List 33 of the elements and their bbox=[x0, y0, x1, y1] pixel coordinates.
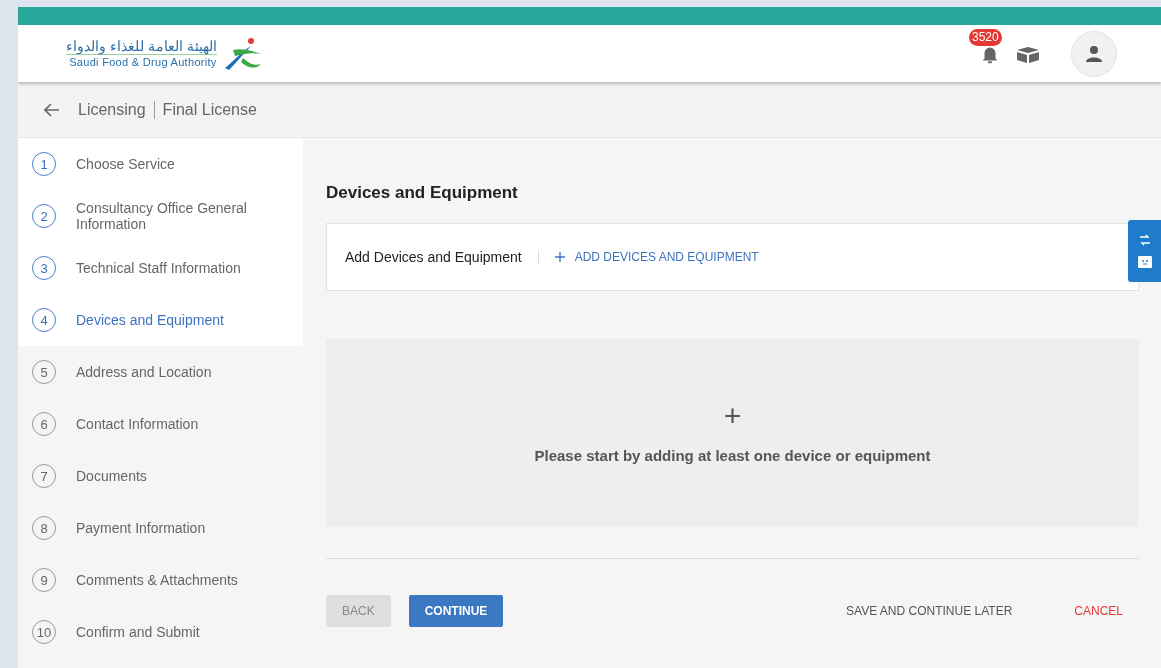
cancel-button[interactable]: CANCEL bbox=[1058, 595, 1139, 627]
plus-icon bbox=[554, 252, 565, 262]
step-label: Address and Location bbox=[76, 364, 212, 380]
step-label: Choose Service bbox=[76, 156, 175, 172]
step-item[interactable]: 1 Choose Service bbox=[18, 138, 303, 190]
step-item[interactable]: 4 Devices and Equipment bbox=[18, 294, 303, 346]
breadcrumb-current: Final License bbox=[162, 100, 257, 119]
save-later-button[interactable]: SAVE AND CONTINUE LATER bbox=[830, 595, 1029, 627]
add-label: Add Devices and Equipment bbox=[345, 250, 539, 264]
step-label: Documents bbox=[76, 468, 147, 484]
continue-button[interactable]: CONTINUE bbox=[408, 595, 504, 627]
step-label: Payment Information bbox=[76, 520, 206, 536]
notification-badge: 3520 bbox=[969, 28, 1002, 46]
logo-arabic-text: الهيئة العامة للغذاء والدواء bbox=[66, 38, 217, 55]
plus-sign: + bbox=[723, 402, 742, 429]
add-link[interactable]: ADD DEVICES AND EQUIPMENT bbox=[554, 250, 759, 264]
step-label: Consultancy Office General Information bbox=[76, 200, 248, 232]
step-label: Confirm and Submit bbox=[76, 624, 200, 640]
arrows-icon bbox=[1138, 234, 1151, 248]
step-item[interactable]: 2 Consultancy Office General Information bbox=[18, 190, 303, 242]
step-label: Technical Staff Information bbox=[76, 260, 241, 276]
empty-message: Please start by adding at least one device or equipment bbox=[534, 446, 931, 464]
step-label: Devices and Equipment bbox=[76, 312, 224, 328]
user-icon bbox=[1085, 44, 1103, 63]
section-title: Devices and Equipment bbox=[326, 183, 519, 204]
step-label: Contact Information bbox=[76, 416, 199, 432]
logo-english-text: Saudi Food & Drug Authority bbox=[69, 55, 217, 69]
back-arrow-icon[interactable] bbox=[44, 102, 60, 117]
avatar-button[interactable] bbox=[1071, 30, 1117, 77]
breadcrumb-link[interactable]: Licensing bbox=[78, 100, 146, 119]
step-label: Comments & Attachments bbox=[76, 572, 238, 588]
step-item[interactable]: 3 Technical Staff Information bbox=[18, 242, 303, 294]
side-tab[interactable] bbox=[1128, 220, 1161, 282]
